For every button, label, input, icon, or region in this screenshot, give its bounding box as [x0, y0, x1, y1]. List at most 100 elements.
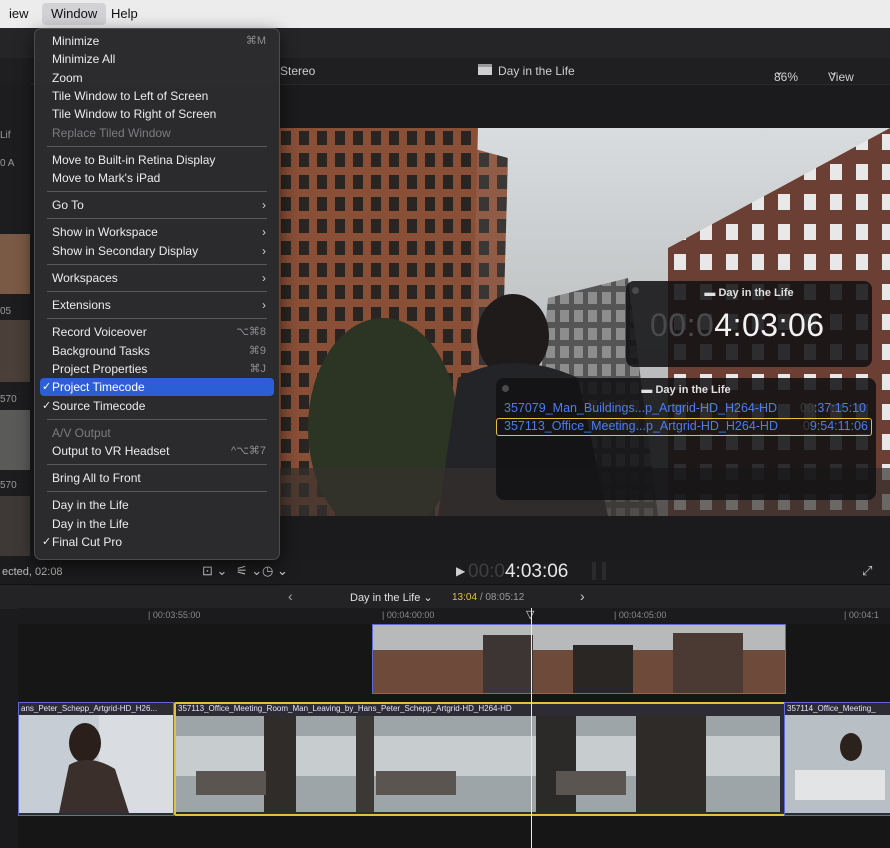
menu-item-shortcut: ⌘M: [245, 35, 266, 47]
source-row[interactable]: 357079_Man_Buildings...p_Artgrid-HD_H264…: [504, 401, 868, 417]
menu-item-label: A/V Output: [52, 425, 111, 440]
project-name[interactable]: Day in the Life ⌄: [350, 591, 433, 604]
fullscreen-icon[interactable]: ⤢: [862, 563, 872, 579]
audio-label: Stereo: [280, 64, 316, 78]
menu-item-day-in-the-life[interactable]: Day in the Life: [40, 515, 274, 533]
menu-item-workspaces[interactable]: Workspaces ›: [40, 269, 274, 287]
menu-item-tile-window-to-left-of-screen[interactable]: Tile Window to Left of Screen: [40, 87, 274, 105]
menu-help[interactable]: Help: [102, 0, 147, 28]
menu-item-shortcut: ⌘9: [248, 344, 266, 357]
menu-item-show-in-secondary-display[interactable]: Show in Secondary Display ›: [40, 242, 274, 260]
browser-thumbnail[interactable]: [0, 234, 30, 294]
menu-item-go-to[interactable]: Go To ›: [40, 196, 274, 214]
menu-item-bring-all-to-front[interactable]: Bring All to Front: [40, 469, 274, 487]
browser-thumbnail[interactable]: [0, 410, 30, 470]
menu-item-label: Extensions: [52, 298, 111, 313]
menu-item-project-timecode[interactable]: ✓ Project Timecode: [40, 378, 274, 397]
menu-item-record-voiceover[interactable]: Record Voiceover ⌥⌘8: [40, 323, 274, 341]
source-clip-timecode: 00:37:15:10: [799, 401, 866, 415]
menu-item-background-tasks[interactable]: Background Tasks ⌘9: [40, 342, 274, 360]
menu-item-move-to-mark-s-ipad[interactable]: Move to Mark's iPad: [40, 169, 274, 187]
browser-thumbnail[interactable]: [0, 320, 30, 382]
clip-label: 357114_Office_Meeting_: [787, 704, 876, 713]
source-row-selected[interactable]: 357113_Office_Meeting...p_Artgrid-HD_H26…: [496, 418, 872, 436]
timecode-value: 4:03:06: [714, 307, 825, 343]
menu-item-label: Tile Window to Left of Screen: [52, 88, 209, 103]
play-icon[interactable]: ▶: [456, 564, 465, 578]
menu-item-label: Move to Built-in Retina Display: [52, 152, 216, 167]
menu-window[interactable]: Window: [42, 3, 107, 25]
menu-separator: [47, 491, 267, 493]
speed-icon[interactable]: ◷ ⌄: [262, 563, 288, 579]
ruler-tick: | 00:04:05:00: [614, 610, 667, 620]
timeline-ruler[interactable]: | 00:03:55:00 | 00:04:00:00 | 00:04:05:0…: [18, 608, 890, 624]
transport-timecode: 00:04:03:06: [468, 561, 569, 582]
clapper-icon: ▬: [704, 287, 719, 299]
clip-filmstrip: [19, 715, 173, 813]
menu-item-shortcut: ^⌥⌘7: [231, 445, 266, 457]
chevron-right-icon: ›: [262, 225, 266, 240]
menu-item-final-cut-pro[interactable]: ✓ Final Cut Pro: [40, 533, 274, 551]
menu-item-a-v-output: A/V Output: [40, 424, 274, 442]
menu-item-label: Project Properties: [52, 361, 148, 376]
audio-meter: [592, 562, 596, 580]
timeline-back-button[interactable]: ‹: [288, 589, 293, 603]
menu-item-zoom[interactable]: Zoom: [40, 69, 274, 87]
source-hud-title-row: ▬ Day in the Life: [496, 384, 876, 396]
chevron-right-icon: ›: [262, 298, 266, 313]
checkmark-icon: ✓: [42, 536, 52, 548]
menu-item-extensions[interactable]: Extensions ›: [40, 296, 274, 314]
chevron-right-icon: ›: [262, 270, 266, 285]
timeline-header: ‹ Day in the Life ⌄ 13:04 / 08:05:12 ›: [0, 584, 890, 609]
menu-item-source-timecode[interactable]: ✓ Source Timecode: [40, 397, 274, 415]
menu-separator: [47, 145, 267, 147]
timeline-forward-button[interactable]: ›: [580, 589, 585, 603]
clip-filmstrip: [785, 715, 890, 813]
source-hud-title: Day in the Life: [655, 384, 731, 396]
timeline-clip[interactable]: ans_Peter_Schepp_Artgrid-HD_H26...: [18, 702, 174, 816]
menu-item-minimize-all[interactable]: Minimize All: [40, 50, 274, 68]
zoom-dropdown[interactable]: 86% ⌄: [774, 64, 798, 84]
clapper-icon: ▬: [641, 384, 656, 396]
menu-item-label: Tile Window to Right of Screen: [52, 107, 217, 122]
browser-text: 570: [0, 480, 17, 491]
timecode-display: 00:04:03:06: [650, 307, 825, 344]
selected-timeline-clip[interactable]: 357113_Office_Meeting_Room_Man_Leaving_b…: [174, 702, 786, 816]
menu-item-label: Record Voiceover: [52, 325, 147, 340]
browser-text: 0 A: [0, 158, 15, 169]
menu-item-project-properties[interactable]: Project Properties ⌘J: [40, 360, 274, 378]
timecode-hud-title-row: ▬ Day in the Life: [626, 287, 872, 299]
menu-item-label: Minimize: [52, 34, 100, 48]
menu-item-show-in-workspace[interactable]: Show in Workspace ›: [40, 223, 274, 241]
view-dropdown[interactable]: View ⌄: [828, 64, 854, 84]
playhead[interactable]: [531, 608, 532, 848]
chevron-right-icon: ›: [262, 243, 266, 258]
menu-item-label: Zoom: [52, 70, 83, 85]
menu-item-day-in-the-life[interactable]: Day in the Life: [40, 496, 274, 514]
menu-item-label: Source Timecode: [52, 398, 146, 413]
menu-bar: iew Window Help: [0, 0, 890, 28]
menu-item-output-to-vr-headset[interactable]: Output to VR Headset ^⌥⌘7: [40, 442, 274, 460]
menu-view[interactable]: iew: [0, 0, 38, 28]
menu-separator: [47, 218, 267, 220]
source-clip-name: 357113_Office_Meeting...p_Artgrid-HD_H26…: [504, 419, 778, 433]
menu-separator: [47, 191, 267, 193]
source-timecode-hud[interactable]: ▬ Day in the Life 357079_Man_Buildings..…: [496, 378, 876, 500]
timeline-clip[interactable]: 357114_Office_Meeting_: [784, 702, 890, 816]
menu-item-tile-window-to-right-of-screen[interactable]: Tile Window to Right of Screen: [40, 105, 274, 123]
browser-text: Lif: [0, 130, 11, 141]
magic-wand-icon[interactable]: ⚟ ⌄: [236, 563, 262, 579]
timeline[interactable]: ans_Peter_Schepp_Artgrid-HD_H26... 35711…: [18, 608, 890, 848]
connected-clip[interactable]: [372, 624, 786, 694]
transform-icon[interactable]: ⊡ ⌄: [202, 563, 227, 579]
menu-separator: [47, 291, 267, 293]
timecode-hud-title: Day in the Life: [718, 287, 794, 299]
source-clip-name: 357079_Man_Buildings...p_Artgrid-HD_H264…: [504, 401, 778, 415]
checkmark-icon: ✓: [42, 381, 52, 394]
timecode-hud[interactable]: ▬ Day in the Life 00:04:03:06: [626, 281, 872, 367]
menu-item-minimize[interactable]: Minimize ⌘M: [40, 32, 274, 50]
browser-thumbnail[interactable]: [0, 496, 30, 556]
source-clip-timecode: 09:54:11:06: [802, 419, 868, 433]
menu-item-move-to-built-in-retina-display[interactable]: Move to Built-in Retina Display: [40, 151, 274, 169]
menu-item-label: Project Timecode: [52, 380, 145, 395]
